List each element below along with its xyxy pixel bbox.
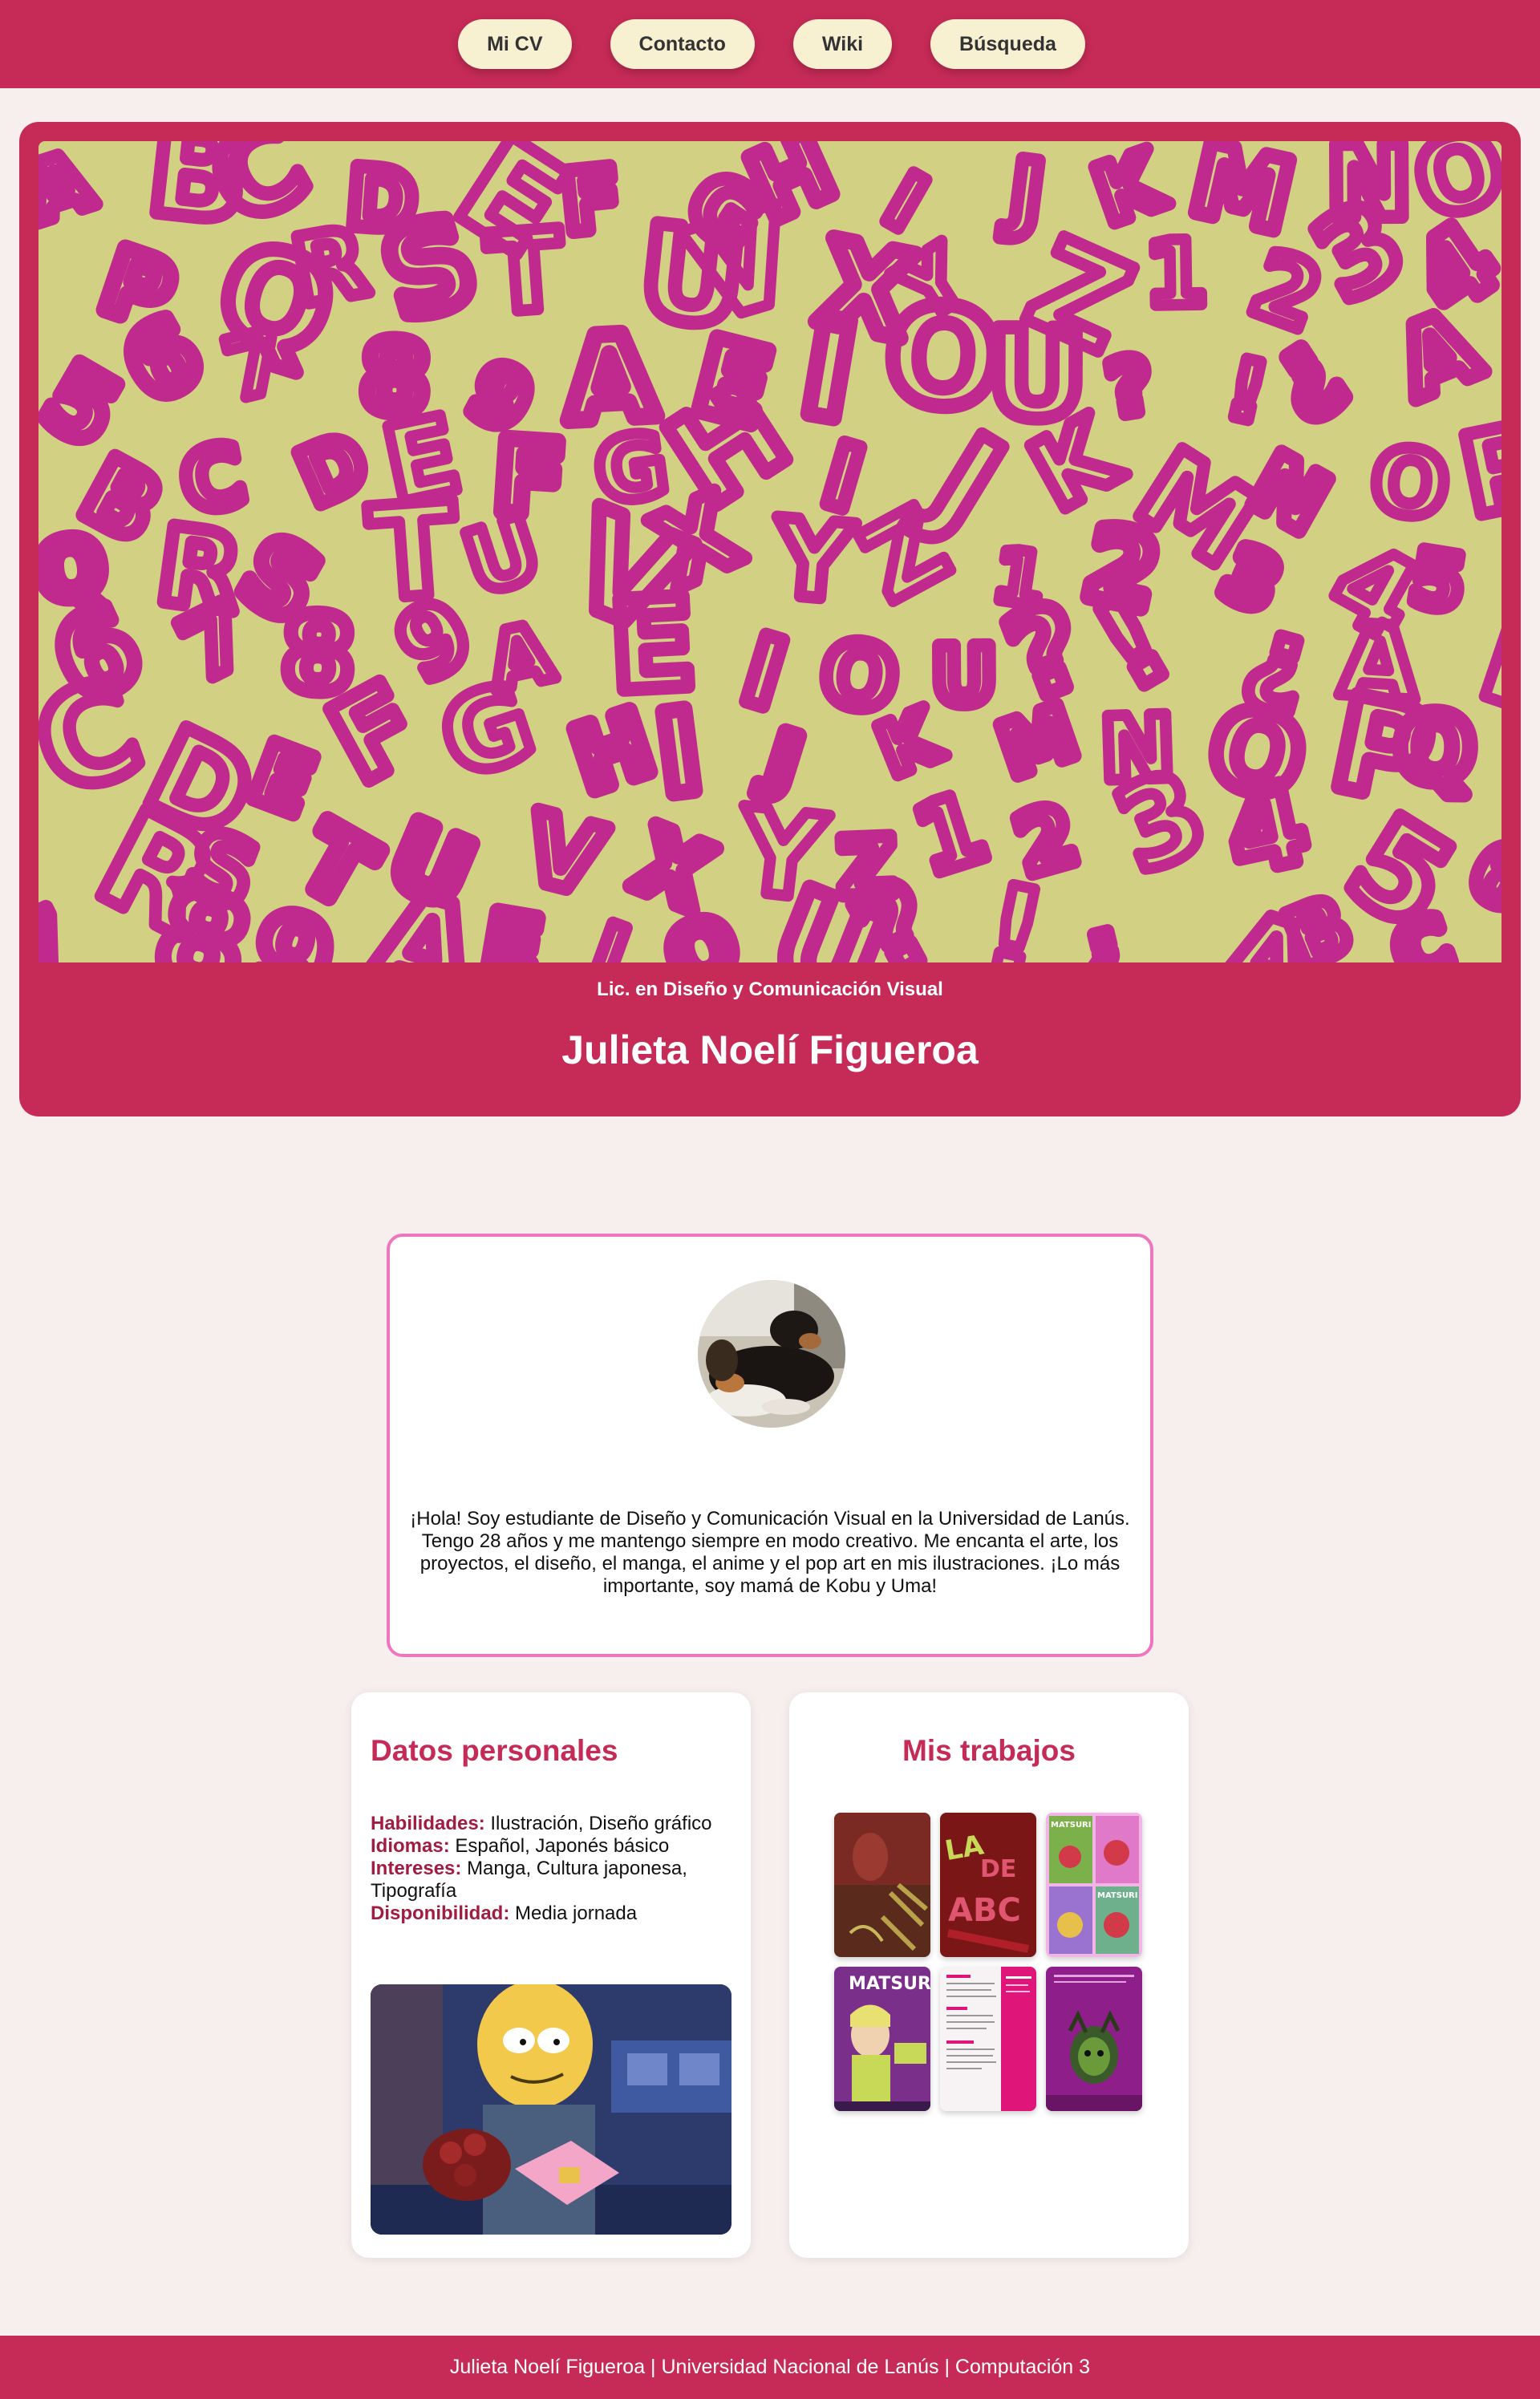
hero-art-glyph: 1: [1144, 222, 1208, 327]
hero-art-glyph: ¿: [1068, 898, 1135, 962]
works-title: Mis trabajos: [902, 1734, 1076, 1767]
bio-text: ¡Hola! Soy estudiante de Diseño y Comuni…: [410, 1508, 1130, 1597]
nav-busqueda-button[interactable]: Búsqueda: [930, 19, 1085, 69]
work-image: [1046, 1967, 1142, 2111]
work-thumb-text: MATSURI: [1051, 1821, 1091, 1830]
works-card: Mis trabajos LA DE ABC MATSURI MATSURI M…: [789, 1692, 1189, 2258]
work-thumbnail[interactable]: [940, 1967, 1036, 2111]
work-thumbnail[interactable]: [1046, 1967, 1142, 2111]
data-key: Idiomas:: [371, 1835, 450, 1857]
personal-data-card: Datos personales Habilidades: Ilustració…: [351, 1692, 751, 2258]
data-key: Habilidades:: [371, 1813, 485, 1834]
work-thumbnail[interactable]: MATSURI: [834, 1967, 930, 2111]
hero-art-glyph: I: [731, 615, 796, 731]
data-row-interests: Intereses: Manga, Cultura japonesa, Tipo…: [371, 1858, 735, 1903]
footer: Julieta Noelí Figueroa | Universidad Nac…: [0, 2336, 1540, 2399]
hero-art-glyph: J: [999, 141, 1049, 245]
hero-art-glyph: I: [650, 686, 708, 821]
cartoon-gif-image: [371, 1984, 732, 2235]
hero-art-glyph: 1: [902, 772, 999, 898]
work-image: LA DE ABC: [940, 1813, 1036, 1957]
hero-art-glyph: V: [515, 792, 614, 917]
svg-text:DE: DE: [980, 1855, 1016, 1883]
hero-subtitle: Lic. en Diseño y Comunicación Visual: [597, 979, 943, 1000]
work-image: MATSURI MATSURI: [1046, 1813, 1142, 1957]
personal-data-title: Datos personales: [371, 1734, 618, 1767]
hero-typography-artwork: A B C D E F G H I J K M N O P Q R S T U V X Y Z 1 2 3 4 5 6 7 8 9 A E I O U?!…: [38, 141, 1502, 962]
hero-art-glyph: ?: [1101, 341, 1158, 434]
work-image: [940, 1967, 1036, 2111]
hero-art-glyph: I: [581, 907, 638, 962]
hero-art-glyph: A: [357, 861, 493, 962]
avatar: [698, 1280, 845, 1428]
hero-art-glyph: F: [558, 149, 625, 253]
data-row-skills: Habilidades: Ilustración, Diseño gráfico: [371, 1813, 735, 1835]
works-gallery: LA DE ABC MATSURI MATSURI MATSURI: [834, 1813, 1145, 2111]
hero-art-glyph: A: [38, 141, 103, 241]
footer-text: Julieta Noelí Figueroa | Universidad Nac…: [449, 2356, 1091, 2378]
work-thumb-text: MATSURI: [1097, 1891, 1137, 1900]
hero-art-glyph: 4: [1217, 760, 1319, 900]
work-image: [834, 1813, 930, 1957]
hero-art-glyph: P: [1450, 399, 1502, 542]
dog-photo-image: [698, 1280, 845, 1428]
hero-art-glyph: Y: [768, 496, 858, 626]
hero-art-glyph: U: [932, 630, 997, 723]
data-value: Español, Japonés básico: [455, 1835, 670, 1857]
work-thumb-text: MATSURI: [849, 1974, 930, 1994]
hero-title: Julieta Noelí Figueroa: [561, 1027, 979, 1072]
work-image: MATSURI: [834, 1967, 930, 2111]
data-row-availability: Disponibilidad: Media jornada: [371, 1903, 735, 1925]
hero-banner: A B C D E F G H I J K M N O P Q R S T U V X Y Z 1 2 3 4 5 6 7 8 9 A E I O U?!…: [19, 122, 1521, 1116]
hero-art-glyph: Q: [1396, 695, 1476, 804]
hero-art-glyph: E: [478, 895, 546, 962]
nav-mi-cv-button[interactable]: Mi CV: [458, 19, 572, 69]
data-key: Disponibilidad:: [371, 1903, 510, 1924]
work-thumbnail[interactable]: LA DE ABC: [940, 1813, 1036, 1957]
work-thumbnail[interactable]: [834, 1813, 930, 1957]
nav-wiki-button[interactable]: Wiki: [792, 19, 893, 69]
data-row-languages: Idiomas: Español, Japonés básico: [371, 1835, 735, 1858]
data-key: Intereses:: [371, 1858, 462, 1879]
cartoon-character-image: [371, 1984, 732, 2235]
profile-card: ¡Hola! Soy estudiante de Diseño y Comuni…: [387, 1234, 1153, 1657]
data-value: Media jornada: [515, 1903, 638, 1924]
work-thumbnail[interactable]: MATSURI MATSURI: [1046, 1813, 1142, 1957]
personal-data-list: Habilidades: Ilustración, Diseño gráfico…: [371, 1813, 735, 1925]
hero-art-glyph: T: [483, 206, 567, 338]
hero-art-glyph: 7: [38, 892, 84, 962]
top-navigation: Mi CV Contacto Wiki Búsqueda: [0, 0, 1540, 88]
nav-contacto-button[interactable]: Contacto: [610, 19, 755, 69]
hero-artwork-image: A BC D EF GH I J K M NOP QRST UVXY Z1 234567 8 9 A E I OU?!…: [38, 141, 1502, 962]
data-value: Ilustración, Diseño gráfico: [490, 1813, 712, 1834]
work-thumb-text: ABC: [948, 1892, 1021, 1929]
